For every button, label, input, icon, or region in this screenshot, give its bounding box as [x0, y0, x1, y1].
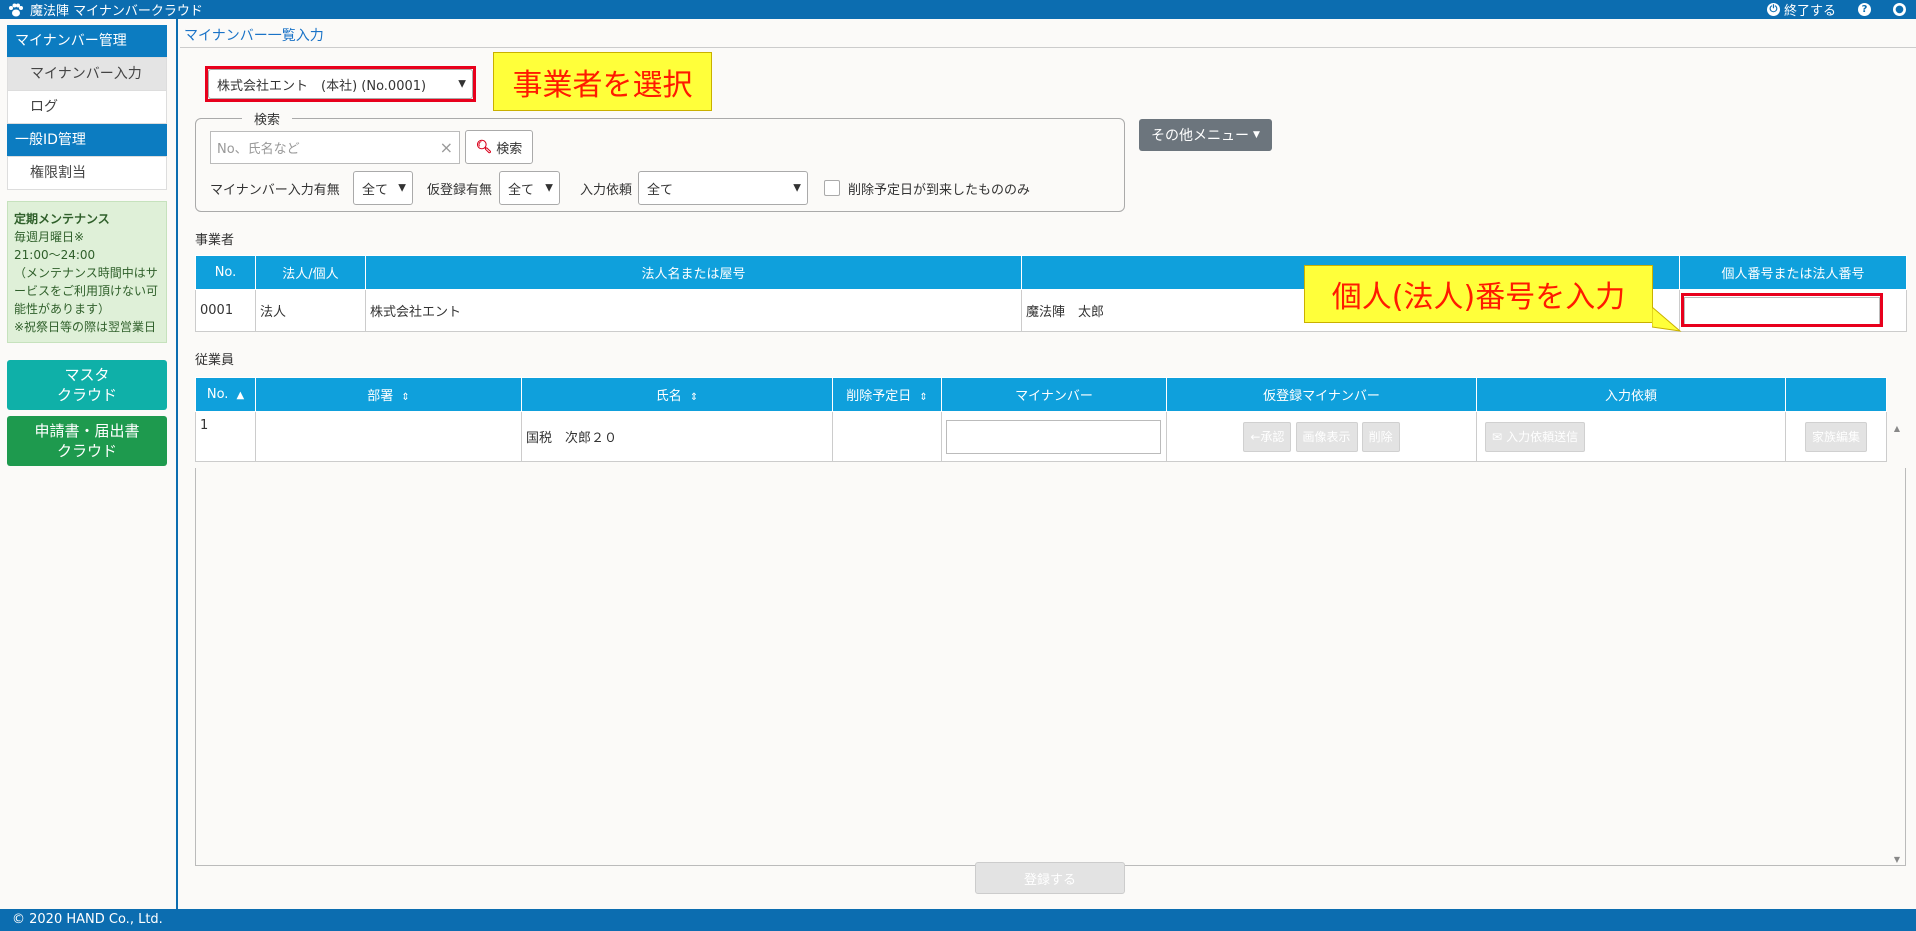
sidebar-item-log[interactable]: ログ [7, 90, 167, 124]
show-image-button[interactable]: 画像表示 [1295, 421, 1358, 452]
filter-mynumber-label: マイナンバー入力有無 [210, 183, 340, 198]
filter-mynumber-select[interactable]: 全て ▼ [353, 171, 413, 205]
filter-provisional-select[interactable]: 全て ▼ [499, 171, 560, 205]
search-legend: 検索 [242, 109, 293, 128]
employee-list-area [195, 468, 1906, 866]
application-cloud-button[interactable]: 申請書・届出書 クラウド [7, 416, 167, 466]
paw-icon [9, 3, 23, 16]
employee-section-title: 従業員 [195, 353, 235, 368]
deletion-due-checkbox[interactable] [824, 180, 840, 196]
notice-title: 定期メンテナンス [14, 212, 110, 226]
help-icon[interactable]: ? [1858, 3, 1871, 16]
employee-table: No. ▲ 部署 ⇕ 氏名 ⇕ 削除予定日 ⇕ マイナンバー 仮登録マイナンバー 入力依… [195, 377, 1887, 462]
cell-no: 1 [195, 411, 256, 462]
notice-line: 毎週月曜日※ [14, 230, 85, 244]
master-cloud-button[interactable]: マスタ クラウド [7, 360, 167, 410]
filter-request-select[interactable]: 全て ▼ [638, 171, 808, 205]
app-logo: 魔法陣 マイナンバークラウド [0, 0, 203, 19]
divider [180, 47, 1916, 48]
scroll-up-icon[interactable]: ▲ [1890, 424, 1904, 433]
mail-icon: ✉ [1492, 429, 1503, 444]
col-family [1785, 377, 1887, 412]
col-type: 法人/個人 [255, 255, 366, 290]
footer: © 2020 HAND Co., Ltd. [0, 909, 1916, 931]
col-request: 入力依頼 [1476, 377, 1786, 412]
sort-icon: ⇕ [689, 392, 699, 403]
send-request-button[interactable]: ✉ 入力依頼送信 [1485, 421, 1586, 452]
filter-request-label: 入力依頼 [580, 183, 633, 198]
notice-line: 21:00〜24:00 [14, 248, 96, 262]
highlight-box [205, 66, 476, 102]
col-name: 法人名または屋号 [365, 255, 1022, 290]
col-no[interactable]: No. ▲ [195, 377, 256, 412]
cell-provisional: ←承認 画像表示 削除 [1166, 411, 1477, 462]
app-title: 魔法陣 マイナンバークラウド [30, 4, 203, 19]
filter-provisional-label: 仮登録有無 [427, 183, 493, 198]
cell-del-date [832, 411, 942, 462]
cell-request: ✉ 入力依頼送信 [1476, 411, 1786, 462]
sort-icon: ⇕ [919, 392, 928, 403]
sidebar-item-permission[interactable]: 権限割当 [7, 156, 167, 190]
logout-button[interactable]: ⏻ 終了する [1766, 0, 1836, 19]
business-section-title: 事業者 [195, 233, 235, 248]
user-icon[interactable]: ● [1893, 3, 1906, 16]
callout-enter-number: 個人(法人)番号を入力 [1304, 265, 1653, 323]
table-row: 1 国税 次郎２０ ←承認 画像表示 削除 ✉ 入力依頼送信 家族編集 [195, 411, 1887, 462]
register-button[interactable]: 登録する [975, 862, 1125, 894]
chevron-down-icon: ▼ [793, 182, 801, 194]
sidebar-section-mynumber: マイナンバー管理 [7, 25, 167, 57]
col-name[interactable]: 氏名 ⇕ [521, 377, 833, 412]
breadcrumb[interactable]: マイナンバー一覧入力 [184, 25, 324, 45]
cell-name: 国税 次郎２０ [521, 411, 833, 462]
cell-no: 0001 [195, 289, 256, 332]
sidebar-section-general-id: 一般ID管理 [7, 124, 167, 156]
callout-pointer [1652, 307, 1682, 332]
delete-button[interactable]: 削除 [1361, 421, 1400, 452]
power-icon: ⏻ [1766, 3, 1780, 16]
callout-select-company: 事業者を選択 [493, 52, 712, 111]
top-bar: 魔法陣 マイナンバークラウド ⏻ 終了する ? ● [0, 0, 1916, 19]
chevron-down-icon: ▼ [545, 182, 553, 194]
cell-type: 法人 [255, 289, 366, 332]
chevron-down-icon: ▼ [398, 182, 406, 194]
notice-line: （メンテナンス時間中はサービスをご利用頂けない可能性があります） [14, 266, 159, 316]
col-number: 個人番号または法人番号 [1679, 255, 1907, 290]
sidebar: マイナンバー管理 マイナンバー入力 ログ 一般ID管理 権限割当 定期メンテナン… [0, 19, 178, 909]
sort-asc-icon: ▲ [236, 390, 245, 401]
family-edit-button[interactable]: 家族編集 [1804, 421, 1867, 452]
cell-dept [255, 411, 522, 462]
highlight-box [1681, 293, 1883, 327]
approve-button[interactable]: ←承認 [1243, 421, 1292, 452]
deletion-due-label: 削除予定日が到来したもののみ [848, 183, 1031, 198]
mynumber-input[interactable] [946, 419, 1161, 454]
scroll-down-icon[interactable]: ▼ [1890, 855, 1904, 864]
col-dept[interactable]: 部署 ⇕ [255, 377, 522, 412]
col-no: No. [195, 255, 256, 290]
caret-down-icon: ▼ [1253, 130, 1260, 140]
employee-header-row: No. ▲ 部署 ⇕ 氏名 ⇕ 削除予定日 ⇕ マイナンバー 仮登録マイナンバー 入力依… [195, 377, 1887, 412]
cell-name: 株式会社エント [365, 289, 1022, 332]
search-button[interactable]: 🔍︎ 検索 [465, 130, 533, 164]
search-icon: 🔍︎ [475, 139, 493, 155]
search-input[interactable]: No、氏名など × [210, 131, 460, 164]
notice-line: ※祝祭日等の際は翌営業日 [14, 320, 157, 334]
cell-mynumber [941, 411, 1167, 462]
main-content: マイナンバー一覧入力 株式会社エント (本社) (No.0001) ▼ 事業者を… [180, 19, 1916, 909]
clear-icon[interactable]: × [440, 138, 453, 157]
maintenance-notice: 定期メンテナンス 毎週月曜日※ 21:00〜24:00 （メンテナンス時間中はサ… [7, 201, 167, 343]
col-provisional: 仮登録マイナンバー [1166, 377, 1477, 412]
sidebar-item-mynumber-input[interactable]: マイナンバー入力 [7, 57, 167, 91]
col-del-date[interactable]: 削除予定日 ⇕ [832, 377, 942, 412]
col-mynumber: マイナンバー [941, 377, 1167, 412]
scrollbar[interactable]: ▲ ▼ [1890, 424, 1904, 864]
other-menu-button[interactable]: その他メニュー ▼ [1139, 119, 1272, 151]
sort-icon: ⇕ [401, 392, 410, 403]
cell-family: 家族編集 [1785, 411, 1887, 462]
